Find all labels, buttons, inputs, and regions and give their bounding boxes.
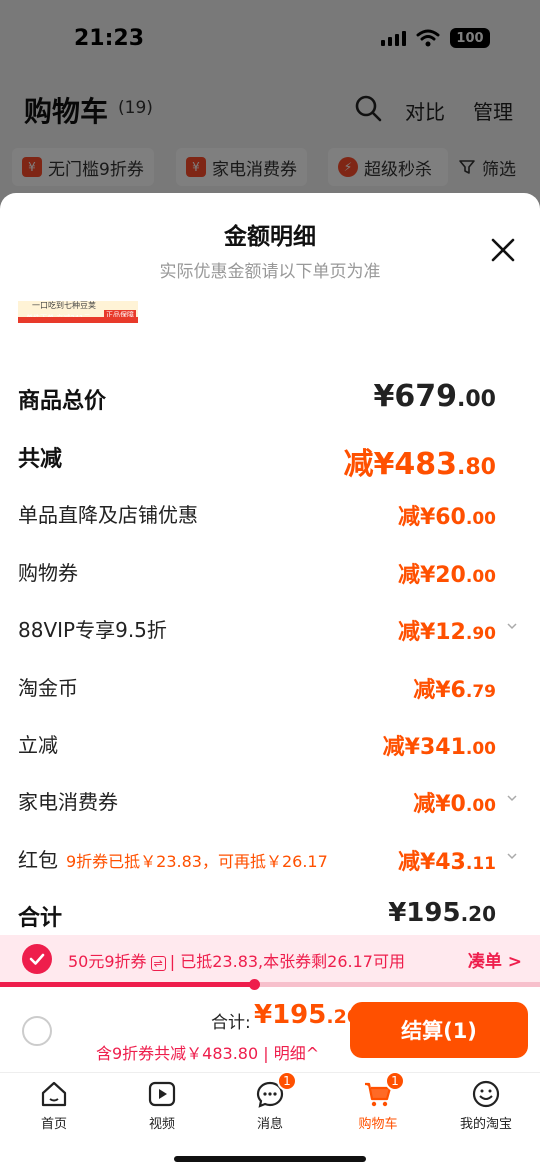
coupon-usage: 已抵23.83,本张券剩26.17可用 [180, 952, 405, 971]
discount-detail: 含9折券共减￥483.80 [96, 1044, 259, 1063]
sheet-subtitle: 实际优惠金额请以下单页为准 [159, 262, 381, 282]
coupon-name: 50元9折券 [68, 952, 147, 971]
row-label: 购物券 [18, 561, 78, 585]
amount-dec: .00 [457, 387, 496, 412]
row-amount: 减¥483.80 [344, 439, 496, 483]
amount-dec: .00 [465, 509, 496, 529]
tab-label: 首页 [40, 1117, 67, 1132]
row-label: 88VIP专享9.5折 [18, 618, 167, 642]
detail-toggle[interactable]: 明细^ [274, 1044, 319, 1063]
amount-int: 减¥12 [397, 620, 466, 645]
coupon-status: 50元9折券 ⇌ | 已抵23.83,本张券剩26.17可用 [68, 952, 405, 971]
row-label: 红包 9折券已抵￥23.83，可再抵￥26.17 [18, 844, 328, 873]
row-label: 单品直降及店铺优惠 [18, 503, 198, 527]
amount-int: 减¥20 [397, 563, 466, 588]
product-banner: 一口吃到七种豆荚 单件下单 立减341元 正品保障 [18, 301, 138, 323]
row-appliance-voucher[interactable]: 家电消费券 减¥0.00 [18, 786, 518, 826]
row-label: 家电消费券 [18, 790, 118, 814]
banner-tag: 正品保障 [104, 310, 136, 319]
sheet-title: 金额明细 [224, 224, 316, 250]
coupon-bar: 50元9折券 ⇌ | 已抵23.83,本张券剩26.17可用 凑单 > [0, 935, 540, 985]
swap-icon[interactable]: ⇌ [150, 956, 166, 971]
message-icon: 1 [255, 1071, 297, 1109]
tab-label: 视频 [148, 1117, 175, 1132]
amount-int: ¥195 [388, 898, 461, 928]
tab-label: 我的淘宝 [459, 1117, 512, 1132]
row-total-reduction: 共减 减¥483.80 [18, 439, 518, 483]
amount-int: 减¥483 [343, 447, 458, 482]
row-88vip[interactable]: 88VIP专享9.5折 减¥12.90 [18, 614, 518, 654]
row-subtotal: 合计 ¥195.20 [18, 898, 518, 940]
tab-profile[interactable]: 我的淘宝 [446, 1079, 526, 1132]
progress-handle [248, 979, 260, 990]
row-amount: 减¥0.00 [413, 786, 496, 818]
chevron-down-icon [507, 853, 517, 860]
red-packet-label: 红包 [18, 848, 58, 872]
row-red-packet[interactable]: 红包 9折券已抵￥23.83，可再抵￥26.17 减¥43.11 [18, 844, 518, 884]
home-icon [39, 1079, 69, 1109]
cart-icon: 1 [363, 1071, 405, 1109]
amount-dec: .00 [465, 567, 496, 587]
home-indicator [174, 1156, 366, 1162]
tab-label: 购物车 [358, 1117, 398, 1132]
amount-dec: .11 [465, 854, 496, 874]
row-instant-reduction: 立减 减¥341.00 [18, 729, 518, 769]
row-amount: 减¥341.00 [383, 729, 496, 761]
amount-dec: .00 [465, 796, 496, 816]
row-amount: 减¥6.79 [413, 672, 496, 704]
amount-dec: .80 [457, 455, 496, 480]
row-amount: ¥679.00 [374, 379, 496, 414]
message-badge: 1 [277, 1071, 297, 1091]
row-amount: 减¥20.00 [398, 557, 496, 589]
amount-int: 减¥0 [413, 792, 466, 817]
row-goods-total: 商品总价 ¥679.00 [18, 379, 518, 423]
checkout-button[interactable]: 结算(1) [350, 1002, 528, 1058]
progress-fill [0, 982, 254, 987]
amount-dec: .00 [465, 739, 496, 759]
row-amount: 减¥12.90 [398, 614, 496, 646]
amount-int: 减¥60 [397, 505, 466, 530]
check-icon [29, 953, 45, 965]
row-label: 共减 [18, 447, 63, 472]
tab-label: 消息 [256, 1117, 283, 1132]
row-amount: 减¥43.11 [398, 844, 496, 876]
amount-dec: .20 [460, 902, 496, 926]
row-label: 立减 [18, 733, 58, 757]
amount-int: ¥679 [373, 379, 458, 414]
discount-summary: 含9折券共减￥483.80 | 明细^ [96, 1044, 320, 1063]
select-all-radio[interactable] [22, 1016, 52, 1046]
row-label: 淘金币 [18, 676, 78, 700]
close-icon[interactable] [490, 237, 516, 263]
tab-home[interactable]: 首页 [14, 1079, 94, 1132]
profile-icon [471, 1079, 501, 1109]
cart-badge: 1 [385, 1071, 405, 1091]
red-packet-note: 9折券已抵￥23.83，可再抵￥26.17 [66, 852, 328, 871]
amount-int: 减¥341 [382, 735, 466, 760]
tab-messages[interactable]: 1 消息 [230, 1071, 310, 1132]
total-amount: ¥195.20 [254, 1000, 360, 1030]
amount-int: 减¥6 [413, 678, 466, 703]
amount-int: 减¥43 [397, 850, 466, 875]
coupon-progress [0, 979, 540, 990]
row-taojinbi: 淘金币 减¥6.79 [18, 672, 518, 712]
tab-video[interactable]: 视频 [122, 1079, 202, 1132]
chevron-down-icon [507, 623, 517, 630]
row-label: 合计 [18, 906, 63, 931]
checkout-footer: 合计: ¥195.20 含9折券共减￥483.80 | 明细^ 结算(1) [0, 990, 540, 1072]
add-items-link[interactable]: 凑单 > [468, 947, 522, 972]
chevron-down-icon [507, 795, 517, 802]
tab-cart[interactable]: 1 购物车 [338, 1071, 418, 1132]
row-shopping-voucher: 购物券 减¥20.00 [18, 557, 518, 597]
video-icon [147, 1079, 177, 1109]
row-amount: 减¥60.00 [398, 499, 496, 531]
row-label: 商品总价 [18, 389, 107, 414]
amount-dec: .90 [465, 624, 496, 644]
row-amount: ¥195.20 [388, 898, 496, 928]
total-label: 合计: [211, 1013, 251, 1033]
coupon-checkbox[interactable] [22, 944, 52, 974]
total-int: ¥195 [254, 1000, 327, 1030]
amount-dec: .79 [465, 682, 496, 702]
row-shop-discount: 单品直降及店铺优惠 减¥60.00 [18, 499, 518, 539]
